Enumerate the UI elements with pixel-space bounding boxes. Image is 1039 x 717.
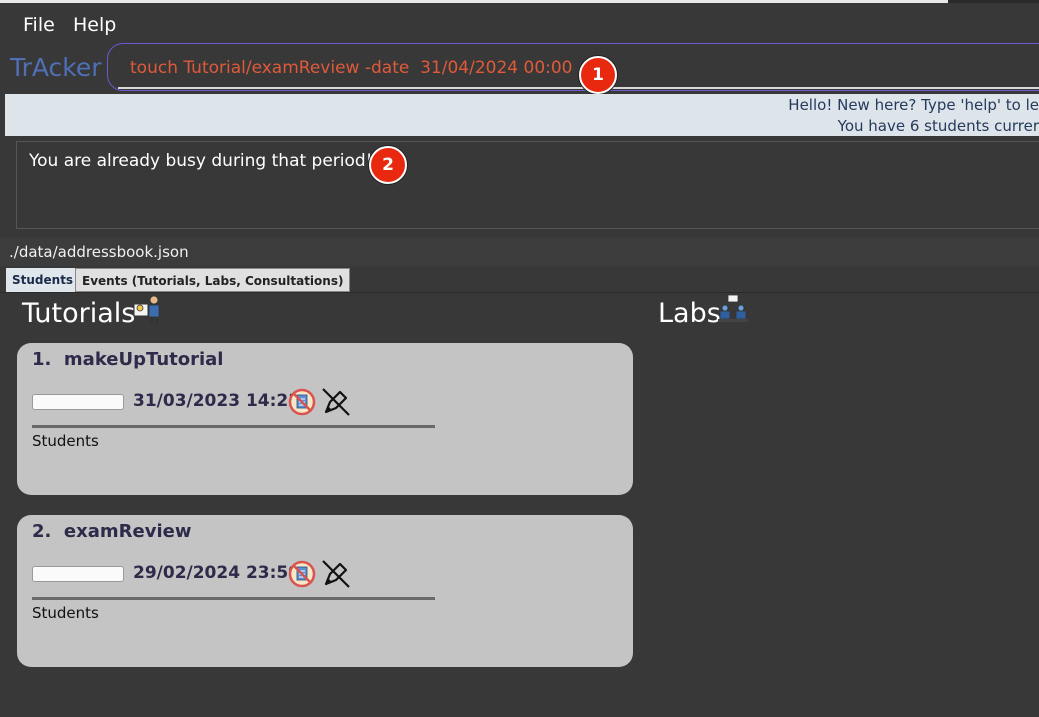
menu-bar: File Help: [0, 3, 1039, 43]
tutorial-card-date: 31/03/2023 14:23: [133, 391, 301, 411]
edit-pen-icon[interactable]: [320, 558, 352, 590]
app-title: TrAcker: [10, 53, 102, 82]
tutorials-heading: Tutorials: [22, 298, 136, 329]
edit-pen-icon[interactable]: [320, 386, 352, 418]
students-label: Students: [32, 432, 99, 450]
tutorial-card[interactable]: 1. makeUpTutorial 31/03/2023 14:23 Stude…: [17, 343, 633, 495]
welcome-line-1: Hello! New here? Type 'help' to le: [788, 96, 1039, 114]
annotation-badge-1: 1: [579, 56, 617, 94]
welcome-panel: Hello! New here? Type 'help' to le You h…: [5, 94, 1039, 136]
lab-students-icon: [718, 294, 748, 322]
command-input[interactable]: touch Tutorial/examReview -date 31/04/20…: [130, 58, 573, 78]
result-message: You are already busy during that period!: [29, 151, 373, 171]
tutorial-card-name: makeUpTutorial: [63, 349, 224, 370]
students-label: Students: [32, 604, 99, 622]
welcome-line-2: You have 6 students currer: [837, 117, 1039, 135]
tab-events[interactable]: Events (Tutorials, Labs, Consultations): [75, 268, 351, 292]
labs-heading: Labs: [658, 298, 721, 329]
tutorial-card-date: 29/02/2024 23:59: [133, 563, 301, 583]
command-underline: [118, 87, 1039, 89]
tutorial-card-name: examReview: [63, 521, 192, 542]
tutorial-card-index: 1.: [32, 349, 52, 370]
tab-students[interactable]: Students: [6, 268, 80, 292]
card-divider: [32, 425, 435, 428]
tutorial-card-title: 1. makeUpTutorial: [32, 349, 223, 370]
no-notes-icon[interactable]: [287, 387, 317, 417]
attendance-bar: [32, 394, 124, 410]
annotation-badge-2: 2: [369, 146, 407, 184]
tutorial-card[interactable]: 2. examReview 29/02/2024 23:59 Students: [17, 515, 633, 667]
attendance-bar: [32, 566, 124, 582]
tutorial-card-title: 2. examReview: [32, 521, 191, 542]
menu-file[interactable]: File: [23, 14, 55, 36]
tutorial-teacher-icon: [133, 295, 160, 323]
tutorial-card-index: 2.: [32, 521, 52, 542]
card-divider: [32, 597, 435, 600]
status-file-path: ./data/addressbook.json: [9, 243, 189, 261]
no-notes-icon[interactable]: [287, 559, 317, 589]
menu-help[interactable]: Help: [73, 14, 116, 36]
